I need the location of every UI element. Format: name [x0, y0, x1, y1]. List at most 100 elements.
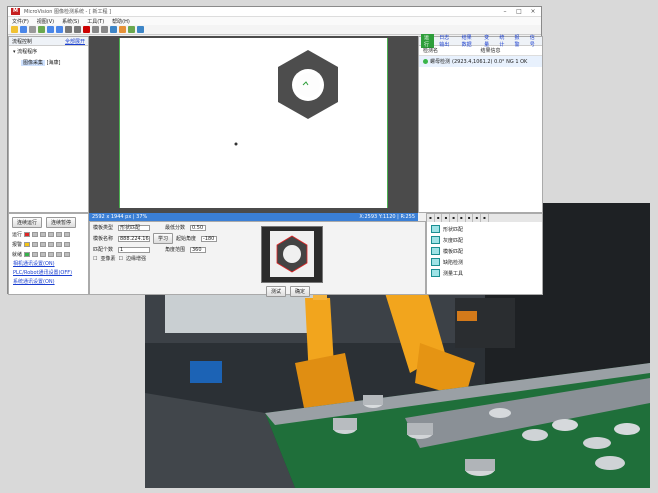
tool-item[interactable]: 测量工具 — [431, 269, 538, 277]
parameter-panel: 模板类型 形状匹配 最低分数 0.50 模板名称 888.224.16 学习 起… — [89, 221, 426, 297]
system-comm-link[interactable]: 系统通讯设置(ON) — [13, 278, 84, 285]
tool-label: 灰度匹配 — [443, 237, 464, 244]
tree-header: 流程控制 全部展开 — [9, 37, 88, 46]
col-name: 检测名 — [423, 48, 439, 54]
print-icon[interactable] — [29, 26, 36, 33]
open-icon[interactable] — [11, 26, 18, 33]
tool-tab[interactable]: ▪ — [427, 214, 435, 222]
io-row-ready: 就绪 — [12, 251, 85, 258]
tab-alarm[interactable]: 报警 — [512, 34, 525, 48]
mode-label: 模板类型 — [93, 225, 114, 231]
col-info: 结果信息 — [480, 48, 501, 54]
camera-icon[interactable] — [101, 26, 108, 33]
run-icon[interactable] — [38, 26, 45, 33]
menu-file[interactable]: 文件(F) — [12, 18, 29, 25]
tool-tab[interactable]: ▪ — [473, 214, 482, 222]
io-led — [64, 242, 71, 247]
tab-variable[interactable]: 变量 — [481, 34, 494, 48]
subpixel-checkbox[interactable]: ☐ — [93, 256, 97, 262]
tab-signal[interactable]: 信号 — [527, 34, 540, 48]
io-led — [48, 252, 55, 257]
tool-item[interactable]: 模板匹配 — [431, 247, 538, 255]
ok-icon[interactable] — [128, 26, 135, 33]
edge-checkbox[interactable]: ☐ — [119, 256, 123, 262]
io-led — [24, 232, 31, 237]
tab-result[interactable]: 结果数据 — [459, 34, 479, 48]
io-led — [24, 252, 31, 257]
settings-icon[interactable] — [110, 26, 117, 33]
tab-stats[interactable]: 统计 — [496, 34, 509, 48]
tool-tab[interactable]: ▪ — [450, 214, 458, 222]
expand-all-link[interactable]: 全部展开 — [65, 38, 85, 45]
app-logo: M — [11, 8, 20, 15]
template-preview — [261, 226, 323, 283]
tool-item[interactable]: 灰度匹配 — [431, 236, 538, 244]
io-row-run: 运行 — [12, 231, 85, 238]
io-label-alarm: 报警 — [12, 242, 23, 248]
image-canvas[interactable] — [89, 36, 418, 213]
tree-title: 流程控制 — [12, 38, 33, 45]
edge-label: 边缘增强 — [125, 256, 146, 262]
result-pane: 运行 日志输出 结果数据 变量 统计 报警 信号 检测名 结果信息 螺母检测 (… — [418, 34, 543, 213]
io-led — [48, 232, 55, 237]
tool-panel: ▪ ▪ ▪ ▪ ▪ ▪ ▪ ▪ 形状匹配 灰度匹配 模板匹配 缺陷检测 测量工具 — [426, 213, 543, 295]
menu-view[interactable]: 视图(V) — [37, 18, 54, 25]
tree-root[interactable]: ▾ 流程程序 — [9, 46, 88, 57]
count-label: 匹配个数 — [93, 247, 114, 253]
vision-software-window: M MicroVision 图像检测系统 - [ 新工程 ] – □ × 文件(… — [7, 6, 543, 297]
result-tabs: 运行 日志输出 结果数据 变量 统计 报警 信号 — [419, 34, 542, 48]
learn-button[interactable]: 学习 — [153, 233, 174, 244]
tool-tab[interactable]: ▪ — [458, 214, 466, 222]
tree-child[interactable]: 图像采集 [海康] — [9, 57, 88, 68]
minimize-icon[interactable]: – — [500, 8, 510, 15]
gray-match-icon — [431, 236, 440, 244]
zoom-in-icon[interactable] — [47, 26, 54, 33]
mode-select[interactable]: 形状匹配 — [118, 224, 150, 231]
tool-item[interactable]: 缺陷检测 — [431, 258, 538, 266]
plc-comm-link[interactable]: PLC/Robot通讯设置(OFF) — [13, 269, 84, 276]
tool-label: 缺陷检测 — [443, 259, 464, 266]
tab-log[interactable]: 日志输出 — [436, 34, 456, 48]
tab-run[interactable]: 运行 — [421, 34, 435, 48]
range-input[interactable]: 360 — [190, 246, 206, 253]
close-icon[interactable]: × — [528, 8, 538, 15]
control-panel: 连续运行 连续暂停 运行 报警 就绪 相机通讯设置(ON) PLC/Robot通… — [8, 213, 89, 295]
io-led — [48, 242, 55, 247]
shape-match-icon — [431, 225, 440, 233]
tool-tab[interactable]: ▪ — [442, 214, 451, 222]
save-icon[interactable] — [20, 26, 27, 33]
ok-button[interactable]: 确定 — [290, 286, 311, 297]
io-led — [32, 242, 39, 247]
result-row[interactable]: 螺母检测 (2923.4,1061.2) 0.0° NG 1 OK — [419, 56, 542, 67]
warning-icon[interactable] — [119, 26, 126, 33]
info-icon[interactable] — [137, 26, 144, 33]
score-input[interactable]: 0.50 — [190, 224, 206, 231]
template-field: 模板名称 888.224.16 学习 起始角度 -180 — [93, 233, 422, 244]
fit-icon[interactable] — [65, 26, 72, 33]
menu-system[interactable]: 系统(S) — [62, 18, 79, 25]
io-led — [32, 232, 39, 237]
io-led — [64, 232, 71, 237]
count-input[interactable]: 1 — [118, 246, 150, 253]
run-continuous-button[interactable]: 连续运行 — [12, 217, 43, 228]
test-button[interactable]: 测试 — [266, 286, 287, 297]
move-icon[interactable] — [74, 26, 81, 33]
stop-icon[interactable] — [83, 26, 90, 33]
tool-tab[interactable]: ▪ — [466, 214, 474, 222]
grid-icon[interactable] — [92, 26, 99, 33]
menu-tools[interactable]: 工具(T) — [87, 18, 104, 25]
tree-child-label: 图像采集 — [21, 60, 46, 66]
zoom-out-icon[interactable] — [56, 26, 63, 33]
tool-item[interactable]: 形状匹配 — [431, 225, 538, 233]
menu-help[interactable]: 帮助(H) — [112, 18, 130, 25]
maximize-icon[interactable]: □ — [514, 8, 524, 15]
camera-comm-link[interactable]: 相机通讯设置(ON) — [13, 260, 84, 267]
tool-tab[interactable]: ▪ — [435, 214, 443, 222]
angle-input[interactable]: -180 — [201, 235, 218, 242]
template-input[interactable]: 888.224.16 — [118, 235, 150, 242]
measure-icon — [431, 269, 440, 277]
tool-label: 形状匹配 — [443, 226, 464, 233]
pause-continuous-button[interactable]: 连续暂停 — [46, 217, 77, 228]
io-led — [64, 252, 71, 257]
tool-tab[interactable]: ▪ — [481, 214, 489, 222]
